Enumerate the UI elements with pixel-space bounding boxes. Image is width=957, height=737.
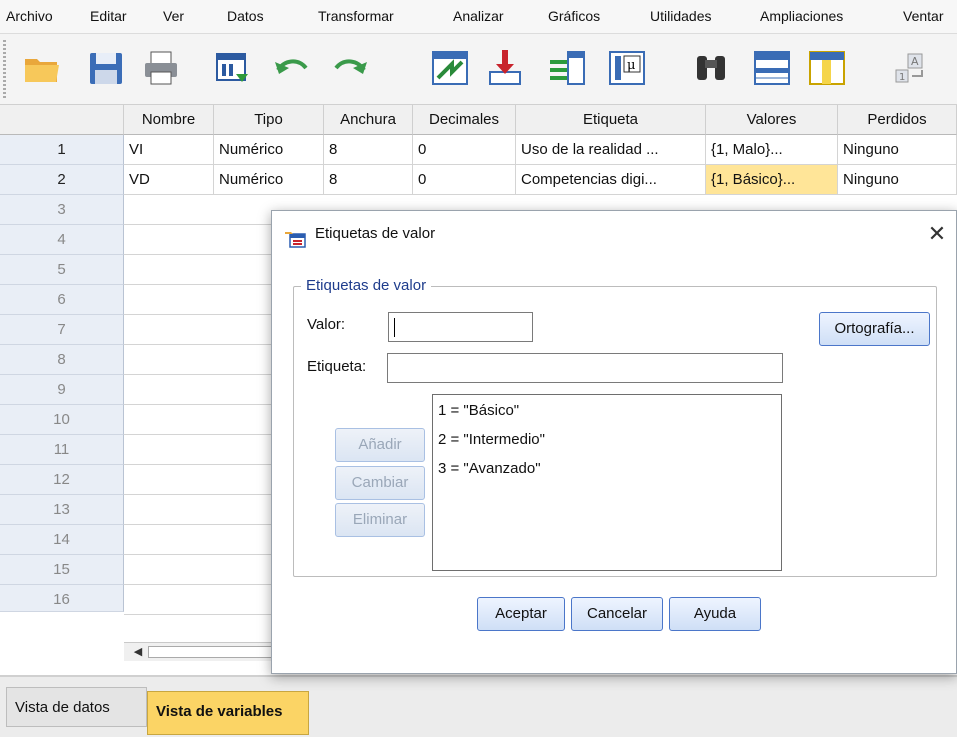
- menu-datos[interactable]: Datos: [227, 0, 264, 33]
- cell-anchura[interactable]: 8: [324, 135, 413, 165]
- cell-decimales[interactable]: 0: [413, 135, 516, 165]
- variables-icon[interactable]: [548, 48, 588, 88]
- column-header-tipo[interactable]: Tipo: [214, 105, 324, 135]
- column-header-perdidos[interactable]: Perdidos: [838, 105, 957, 135]
- dialog-title: Etiquetas de valor: [315, 225, 436, 242]
- svg-text:1: 1: [899, 72, 905, 83]
- menu-graficos[interactable]: Gráficos: [548, 0, 600, 33]
- row-header[interactable]: 10: [0, 405, 124, 435]
- value-labels-dialog: Etiquetas de valor ✕ Etiquetas de valor …: [271, 210, 957, 674]
- svg-text:A: A: [911, 55, 919, 68]
- row-header[interactable]: 4: [0, 225, 124, 255]
- row-header[interactable]: 9: [0, 375, 124, 405]
- row-header[interactable]: 1: [0, 135, 124, 165]
- row-header[interactable]: 11: [0, 435, 124, 465]
- row-header[interactable]: 8: [0, 345, 124, 375]
- menu-analizar[interactable]: Analizar: [453, 0, 504, 33]
- close-icon[interactable]: ✕: [922, 211, 952, 257]
- row-header[interactable]: 12: [0, 465, 124, 495]
- cell-tipo[interactable]: Numérico: [214, 135, 324, 165]
- view-tab-bar: Vista de datos Vista de variables: [0, 675, 957, 737]
- run-descriptives-icon[interactable]: μ: [607, 48, 647, 88]
- remove-button[interactable]: Eliminar: [335, 503, 425, 537]
- row-header[interactable]: 3: [0, 195, 124, 225]
- menu-transformar[interactable]: Transformar: [318, 0, 394, 33]
- list-item[interactable]: 3 = "Avanzado": [433, 454, 781, 483]
- column-header-etiqueta[interactable]: Etiqueta: [516, 105, 706, 135]
- menu-editar[interactable]: Editar: [90, 0, 127, 33]
- change-button[interactable]: Cambiar: [335, 466, 425, 500]
- toolbar: μ A1: [0, 34, 957, 105]
- cell-etiqueta[interactable]: Competencias digi...: [516, 165, 706, 195]
- insert-cases-icon[interactable]: [752, 48, 792, 88]
- group-label: Etiquetas de valor: [301, 277, 432, 294]
- row-header[interactable]: 7: [0, 315, 124, 345]
- cell-anchura[interactable]: 8: [324, 165, 413, 195]
- row-header[interactable]: 6: [0, 285, 124, 315]
- value-label: Valor:: [307, 316, 346, 333]
- cell-valores-selected[interactable]: {1, Básico}...: [706, 165, 838, 195]
- undo-icon[interactable]: [272, 48, 312, 88]
- label-input[interactable]: [387, 353, 783, 383]
- svg-text:μ: μ: [627, 58, 635, 73]
- row-header[interactable]: 15: [0, 555, 124, 585]
- cell-perdidos[interactable]: Ninguno: [838, 165, 957, 195]
- cancel-button[interactable]: Cancelar: [571, 597, 663, 631]
- column-header-valores[interactable]: Valores: [706, 105, 838, 135]
- row-header[interactable]: 16: [0, 585, 124, 612]
- redo-icon[interactable]: [330, 48, 370, 88]
- go-to-variable-icon[interactable]: [484, 48, 524, 88]
- add-button[interactable]: Añadir: [335, 428, 425, 462]
- find-icon[interactable]: [691, 48, 731, 88]
- cell-decimales[interactable]: 0: [413, 165, 516, 195]
- print-icon[interactable]: [141, 48, 181, 88]
- list-item[interactable]: 1 = "Básico": [433, 396, 781, 425]
- label-label: Etiqueta:: [307, 358, 367, 375]
- help-button[interactable]: Ayuda: [669, 597, 761, 631]
- value-labels-icon[interactable]: A1: [890, 48, 930, 88]
- row-header[interactable]: 14: [0, 525, 124, 555]
- spelling-button[interactable]: Ortografía...: [819, 312, 930, 346]
- menu-ver[interactable]: Ver: [163, 0, 184, 33]
- column-header-decimales[interactable]: Decimales: [413, 105, 516, 135]
- save-disk-icon[interactable]: [86, 48, 126, 88]
- cell-tipo[interactable]: Numérico: [214, 165, 324, 195]
- scroll-left-icon[interactable]: ◀: [130, 645, 146, 659]
- menu-archivo[interactable]: Archivo: [6, 0, 53, 33]
- dialog-recall-icon[interactable]: [212, 48, 252, 88]
- cell-valores[interactable]: {1, Malo}...: [706, 135, 838, 165]
- menu-bar: Archivo Editar Ver Datos Transformar Ana…: [0, 0, 957, 34]
- cell-etiqueta[interactable]: Uso de la realidad ...: [516, 135, 706, 165]
- ok-button[interactable]: Aceptar: [477, 597, 565, 631]
- text-caret: [394, 318, 395, 337]
- cell-nombre[interactable]: VD: [124, 165, 214, 195]
- toolbar-grip[interactable]: [3, 40, 6, 98]
- row-header[interactable]: 13: [0, 495, 124, 525]
- dialog-title-bar[interactable]: Etiquetas de valor ✕: [272, 211, 956, 257]
- value-input[interactable]: [388, 312, 533, 342]
- row-header[interactable]: 2: [0, 165, 124, 195]
- value-labels-dialog-icon: [284, 223, 306, 248]
- list-item[interactable]: 2 = "Intermedio": [433, 425, 781, 454]
- cell-perdidos[interactable]: Ninguno: [838, 135, 957, 165]
- column-header-anchura[interactable]: Anchura: [324, 105, 413, 135]
- value-labels-list[interactable]: 1 = "Básico" 2 = "Intermedio" 3 = "Avanz…: [432, 394, 782, 571]
- corner-header[interactable]: [0, 105, 124, 135]
- tab-variable-view[interactable]: Vista de variables: [147, 691, 309, 735]
- menu-ventana[interactable]: Ventar: [903, 0, 943, 33]
- menu-ampliaciones[interactable]: Ampliaciones: [760, 0, 843, 33]
- row-header[interactable]: 5: [0, 255, 124, 285]
- menu-utilidades[interactable]: Utilidades: [650, 0, 711, 33]
- open-folder-icon[interactable]: [22, 48, 62, 88]
- column-header-nombre[interactable]: Nombre: [124, 105, 214, 135]
- tab-data-view[interactable]: Vista de datos: [6, 687, 147, 727]
- go-to-case-icon[interactable]: [430, 48, 470, 88]
- cell-nombre[interactable]: VI: [124, 135, 214, 165]
- insert-variable-icon[interactable]: [807, 48, 847, 88]
